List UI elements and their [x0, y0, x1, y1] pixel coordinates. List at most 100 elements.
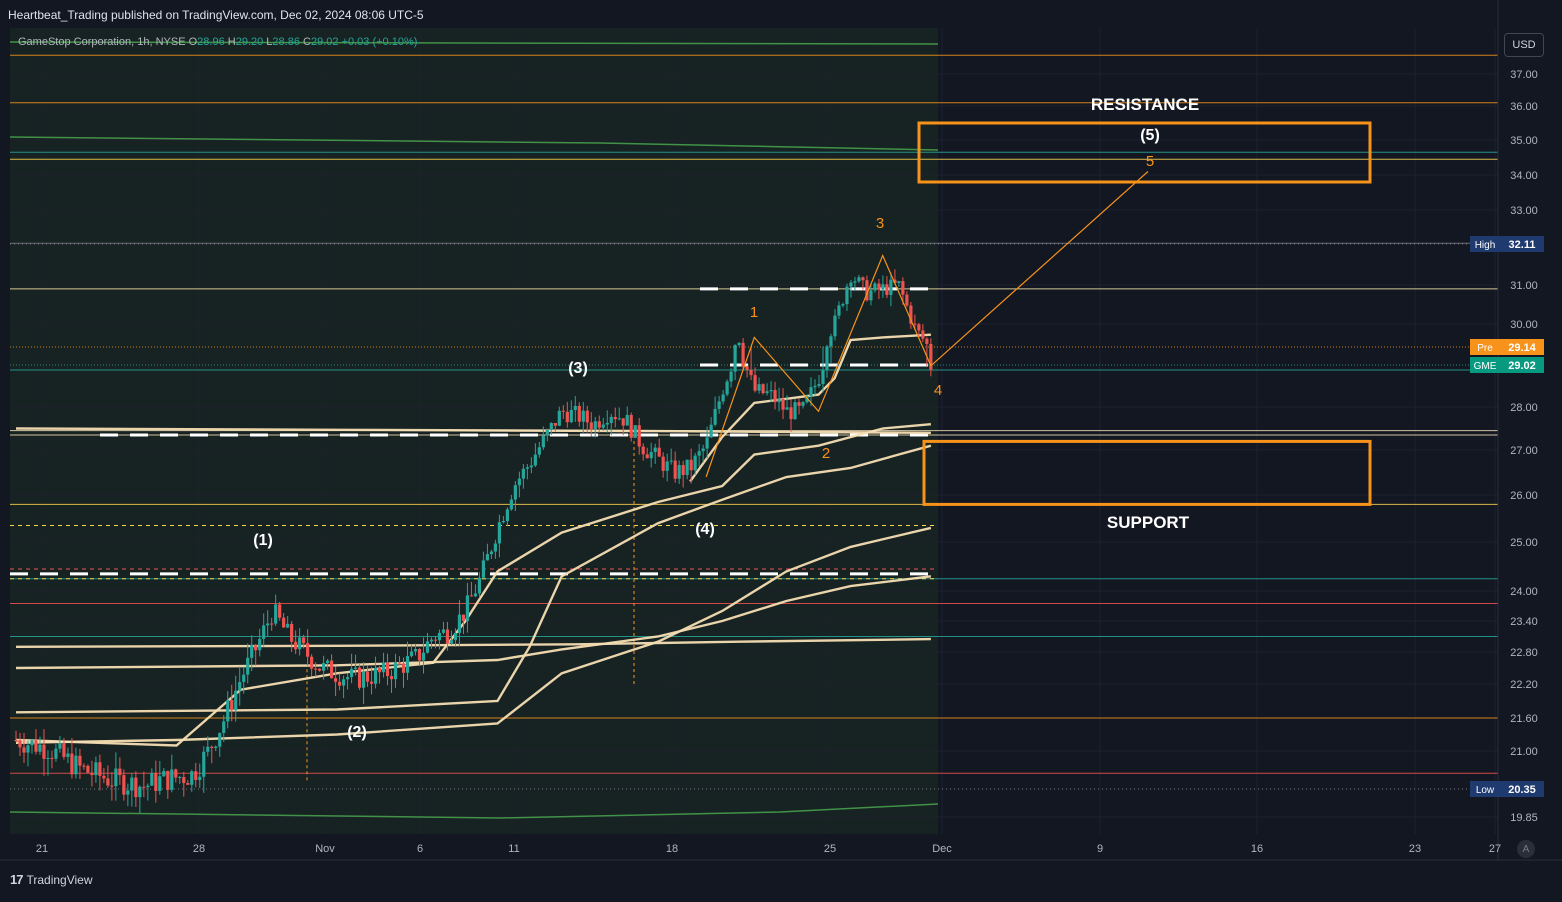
candle-body — [553, 422, 557, 426]
candle-body — [885, 284, 889, 295]
candle-body — [326, 660, 330, 664]
candle-body — [218, 732, 222, 747]
currency-button[interactable]: USD — [1504, 33, 1544, 57]
candle-body — [66, 753, 70, 757]
candle-body — [849, 282, 853, 287]
candle-body — [905, 294, 909, 306]
candle-body — [174, 769, 178, 778]
candle-body — [881, 284, 885, 290]
published-line: Heartbeat_Trading published on TradingVi… — [8, 8, 424, 22]
candle-body — [477, 577, 482, 594]
time-tick-label: 6 — [417, 843, 423, 855]
candle-body — [405, 656, 410, 673]
minor-wave-label: 4 — [934, 382, 942, 399]
auto-scale-button[interactable]: A — [1517, 840, 1535, 858]
resistance-label: RESISTANCE — [1091, 95, 1199, 114]
candle-body — [649, 451, 653, 459]
candle-body — [433, 639, 438, 641]
candle-body — [425, 641, 430, 653]
candle-body — [581, 410, 585, 422]
candle-body — [741, 342, 745, 367]
candle-body — [813, 385, 817, 388]
price-tick-label: 24.00 — [1510, 586, 1538, 598]
candle-body — [102, 775, 106, 779]
candle-body — [825, 346, 829, 371]
candle-body — [457, 614, 462, 634]
candle-body — [42, 744, 46, 759]
candle-body — [769, 390, 773, 392]
candle-body — [817, 384, 821, 386]
price-tick-label: 19.85 — [1510, 812, 1538, 824]
minor-wave-label: 1 — [750, 304, 758, 321]
candle-body — [393, 662, 398, 680]
candle-body — [274, 604, 278, 624]
primary-wave-label: (5) — [1140, 127, 1160, 144]
candle-body — [793, 402, 797, 420]
ohlc-open: 28.96 — [197, 36, 225, 48]
candle-body — [330, 660, 334, 679]
price-tick-label: 37.00 — [1510, 69, 1538, 81]
candle-body — [90, 772, 94, 776]
candle-body — [917, 324, 921, 331]
candle-body — [421, 652, 426, 661]
candle-body — [841, 304, 845, 306]
ohlc-open-label: O — [188, 36, 198, 48]
candle-body — [857, 277, 861, 282]
candle-body — [238, 681, 242, 691]
candle-body — [521, 468, 525, 479]
candle-body — [773, 390, 777, 403]
candle-body — [262, 625, 266, 639]
candle-body — [677, 465, 681, 479]
primary-wave-label: (4) — [695, 521, 715, 538]
candle-body — [573, 405, 577, 410]
candle-body — [62, 743, 66, 757]
candle-body — [222, 721, 226, 733]
candle-body — [337, 681, 342, 686]
brand-label: TradingView — [26, 872, 93, 887]
candle-body — [709, 424, 713, 438]
candle-body — [154, 772, 158, 791]
time-tick-label: Dec — [932, 843, 952, 855]
price-badge-value: 29.02 — [1508, 360, 1536, 372]
candle-body — [210, 746, 214, 748]
time-tick-label: Nov — [315, 843, 335, 855]
candle-body — [809, 387, 813, 397]
candle-body — [306, 643, 310, 657]
candle-body — [789, 407, 793, 420]
candle-body — [194, 771, 198, 780]
candle-body — [693, 455, 697, 471]
candle-body — [333, 678, 338, 682]
price-tick-label: 21.60 — [1510, 713, 1538, 725]
candle-body — [429, 639, 434, 642]
candle-body — [641, 446, 645, 455]
candle-body — [70, 753, 74, 775]
price-tick-label: 35.00 — [1510, 135, 1538, 147]
candle-body — [246, 657, 250, 675]
price-badge-value: 20.35 — [1508, 784, 1536, 796]
candle-body — [381, 662, 386, 673]
candle-body — [657, 447, 661, 457]
candle-body — [665, 461, 669, 471]
candle-body — [509, 499, 513, 510]
candle-body — [413, 648, 418, 652]
candle-body — [50, 758, 54, 760]
price-tick-label: 27.00 — [1510, 445, 1538, 457]
candle-body — [310, 656, 314, 669]
candle-body — [473, 593, 478, 597]
candle-body — [138, 786, 142, 798]
candle-body — [873, 283, 877, 291]
minor-wave-label: 3 — [876, 215, 884, 232]
candle-body — [609, 416, 613, 423]
tradingview-brand[interactable]: 17 TradingView — [10, 872, 93, 887]
ohlc-high-label: H — [227, 36, 236, 48]
candle-body — [845, 286, 849, 305]
candle-body — [481, 560, 486, 578]
candle-body — [925, 338, 929, 344]
candle-body — [82, 765, 86, 767]
price-chart[interactable]: (1)(2)(3)(4)(5)12345 RESISTANCESUPPORT 3… — [0, 0, 1562, 897]
candle-body — [401, 663, 406, 673]
candle-body — [54, 748, 58, 759]
candle-body — [270, 623, 274, 625]
price-tick-label: 30.00 — [1510, 319, 1538, 331]
price-badge-value: 29.14 — [1508, 342, 1536, 354]
